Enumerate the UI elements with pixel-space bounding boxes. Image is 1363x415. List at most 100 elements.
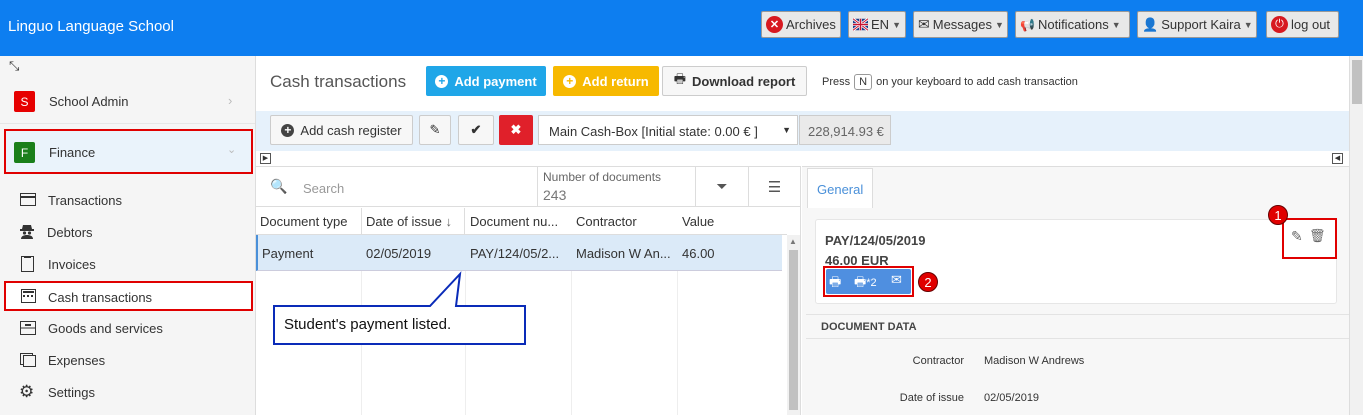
archives-button[interactable]: ✕ Archives xyxy=(761,11,841,38)
callout-bubble xyxy=(273,271,526,345)
messages-label: Messages xyxy=(932,17,992,32)
hint-key: N xyxy=(854,74,873,90)
sidebar-item-transactions[interactable]: Transactions xyxy=(0,189,255,215)
notifications-label: Notifications xyxy=(1037,17,1109,32)
collapse-sidebar-icon[interactable]: ⤡ xyxy=(9,58,19,74)
column-header-date-of-issue[interactable]: Date of issue ↓ xyxy=(361,208,465,235)
print-double-button[interactable]: 🖶*2 xyxy=(854,273,877,295)
card-icon xyxy=(20,193,36,206)
cell-contractor: Madison W An... xyxy=(576,246,671,261)
check-icon: ✔ xyxy=(470,122,482,137)
document-count-value: 243 xyxy=(543,187,567,203)
filter-icon: ⏷ xyxy=(716,178,728,194)
add-payment-button[interactable]: + Add payment xyxy=(426,66,546,96)
sort-down-arrow-icon: ↓ xyxy=(445,214,453,229)
search-icon: 🔍 xyxy=(270,178,288,194)
module-finance[interactable]: F Finance ⌄ xyxy=(4,129,253,174)
sidebar-item-label: Invoices xyxy=(48,257,96,272)
delete-document-icon[interactable]: 🗑 xyxy=(1309,228,1326,244)
column-header-contractor[interactable]: Contractor xyxy=(576,214,637,229)
archive-x-icon: ✕ xyxy=(766,16,783,33)
envelope-icon: ✉ xyxy=(918,16,930,32)
boxes-icon xyxy=(20,321,36,335)
messages-dropdown[interactable]: ✉ Messages ▼ xyxy=(913,11,1008,38)
column-header-document-type[interactable]: Document type xyxy=(260,214,347,229)
sidebar-item-label: Expenses xyxy=(48,353,106,368)
document-data-heading: DOCUMENT DATA xyxy=(821,321,917,333)
annotation-marker-2: 2 xyxy=(918,272,938,292)
hint-prefix: Press xyxy=(822,76,851,88)
sidebar-item-goods-and-services[interactable]: Goods and services xyxy=(0,317,255,343)
expand-left-panel-icon[interactable]: ▶ xyxy=(260,153,271,164)
list-scroll-thumb[interactable] xyxy=(789,250,798,410)
chevron-down-icon: ▼ xyxy=(892,19,901,30)
page-scrollbar[interactable] xyxy=(1349,56,1363,415)
list-scrollbar[interactable]: ▲ xyxy=(787,235,800,415)
add-return-button[interactable]: + Add return xyxy=(553,66,659,96)
scroll-up-arrow-icon[interactable]: ▲ xyxy=(789,237,797,246)
search-box[interactable]: 🔍 Search xyxy=(256,167,537,207)
chevron-down-icon: ▼ xyxy=(994,19,1004,30)
sidebar-item-label: Transactions xyxy=(48,193,122,208)
detective-icon xyxy=(20,225,34,239)
language-dropdown[interactable]: EN ▼ xyxy=(848,11,906,38)
sidebar-item-settings[interactable]: ⚙ Settings xyxy=(0,381,255,407)
close-icon: ✖ xyxy=(510,122,522,137)
top-bar: Linguo Language School ✕ Archives EN ▼ ✉… xyxy=(0,0,1363,56)
cashbox-balance: 228,914.93 € xyxy=(799,115,891,145)
delete-cash-register-button[interactable]: ✖ xyxy=(499,115,533,145)
sidebar-item-expenses[interactable]: Expenses xyxy=(0,349,255,375)
sidebar-item-label: Debtors xyxy=(47,225,93,240)
section-divider xyxy=(806,338,1349,339)
chevron-down-icon: ▼ xyxy=(1111,19,1121,30)
archives-label: Archives xyxy=(786,17,836,32)
email-button[interactable]: ✉ xyxy=(891,272,902,288)
cell-value: 46.00 xyxy=(682,246,715,261)
edit-document-icon[interactable]: ✎ xyxy=(1291,228,1303,245)
logout-button[interactable]: ⏻ log out xyxy=(1266,11,1339,38)
hamburger-icon: ☰ xyxy=(767,178,782,196)
module-school-admin[interactable]: S School Admin › xyxy=(0,78,255,124)
sidebar-item-label: Goods and services xyxy=(48,321,163,336)
plus-circle-icon: + xyxy=(435,74,449,88)
column-divider xyxy=(571,271,572,415)
edit-cash-register-button[interactable]: ✎ xyxy=(419,115,451,145)
sidebar-item-debtors[interactable]: Debtors xyxy=(0,221,255,247)
user-dropdown[interactable]: 👤 Support Kaira ▼ xyxy=(1137,11,1257,38)
chevron-down-icon: ▼ xyxy=(1243,19,1253,30)
sidebar-item-cash-transactions[interactable]: Cash transactions xyxy=(4,281,253,311)
pencil-icon: ✎ xyxy=(429,122,441,137)
megaphone-icon: 📢 xyxy=(1020,17,1035,32)
download-report-button[interactable]: 🖶 Download report xyxy=(662,66,807,96)
notifications-dropdown[interactable]: 📢 Notifications ▼ xyxy=(1015,11,1130,38)
document-count-label: Number of documents xyxy=(543,170,662,184)
add-cash-register-label: Add cash register xyxy=(300,122,402,138)
sidebar-item-invoices[interactable]: Invoices xyxy=(0,253,255,279)
user-label: Support Kaira xyxy=(1161,17,1241,32)
school-admin-badge: S xyxy=(14,91,35,112)
cashbox-selected-label: Main Cash-Box [Initial state: 0.00 € ] xyxy=(549,124,758,139)
column-header-value[interactable]: Value xyxy=(682,214,714,229)
hint-suffix: on your keyboard to add cash transaction xyxy=(876,76,1078,88)
tab-general[interactable]: General xyxy=(807,168,873,208)
contractor-value: Madison W Andrews xyxy=(984,355,1085,367)
printer-icon: 🖶 xyxy=(673,71,686,86)
search-placeholder: Search xyxy=(303,181,345,196)
expand-right-panel-icon[interactable]: ◀ xyxy=(1332,153,1343,164)
download-report-label: Download report xyxy=(692,73,796,89)
page-scroll-thumb[interactable] xyxy=(1352,60,1362,104)
columns-menu-button[interactable]: ☰ xyxy=(748,167,800,207)
column-divider xyxy=(677,271,678,415)
confirm-button[interactable]: ✔ xyxy=(458,115,494,145)
filter-button[interactable]: ⏷ xyxy=(695,167,748,207)
column-header-document-number[interactable]: Document nu... xyxy=(470,214,558,229)
print-button[interactable]: 🖶 xyxy=(829,273,841,295)
add-cash-register-button[interactable]: + Add cash register xyxy=(270,115,413,145)
keyboard-hint: Press N on your keyboard to add cash tra… xyxy=(822,74,1078,90)
plus-circle-icon: + xyxy=(563,74,577,88)
date-of-issue-value: 02/05/2019 xyxy=(984,392,1040,404)
chevron-down-icon: ▼ xyxy=(782,125,791,135)
gear-icon: ⚙ xyxy=(19,382,35,401)
cashbox-select[interactable]: Main Cash-Box [Initial state: 0.00 € ] ▼ xyxy=(538,115,798,145)
date-of-issue-label: Date of issue xyxy=(366,214,442,229)
